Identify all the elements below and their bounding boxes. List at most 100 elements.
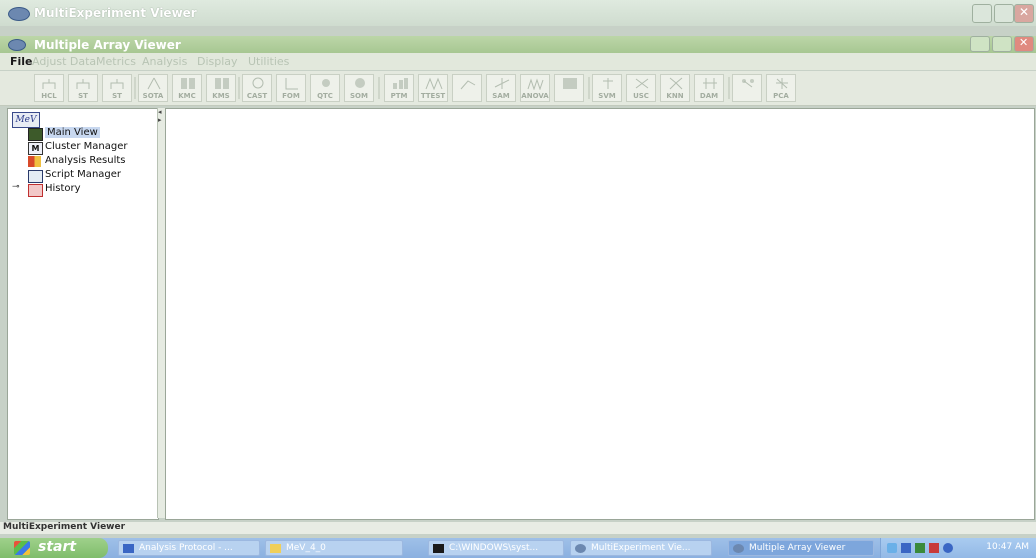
inner-window-title: Multiple Array Viewer <box>34 38 181 52</box>
script-manager-icon <box>28 170 43 183</box>
menu-metrics[interactable]: Metrics <box>96 55 136 68</box>
ptm-icon <box>393 78 408 89</box>
toolbar-separator <box>134 77 136 99</box>
qtc-button[interactable]: QTC <box>310 74 340 102</box>
navigation-tree: MeV Main View M Cluster Manager Analysis… <box>7 108 159 520</box>
collapse-left-arrow-icon[interactable]: ◂ <box>158 108 162 116</box>
inner-close-button[interactable]: ✕ <box>1014 36 1034 52</box>
toolbar-separator <box>378 77 380 99</box>
main-view-panel <box>165 108 1035 520</box>
qtc-icon <box>322 79 330 87</box>
rn-button[interactable] <box>732 74 762 102</box>
knn-button[interactable]: KNN <box>660 74 690 102</box>
swiss-button[interactable] <box>452 74 482 102</box>
inner-minimize-button[interactable] <box>970 36 990 52</box>
word-doc-icon <box>123 544 134 553</box>
som-button[interactable]: SOM <box>344 74 374 102</box>
expand-handle-icon[interactable]: ⊸ <box>12 182 20 192</box>
command-prompt-icon <box>433 544 444 553</box>
knn-icon <box>669 77 683 90</box>
task-analysis-protocol[interactable]: Analysis Protocol - ... <box>118 540 260 556</box>
sota-icon <box>147 77 161 90</box>
swiss-icon <box>460 80 476 90</box>
sota-button[interactable]: SOTA <box>138 74 168 102</box>
st-icon <box>76 79 90 89</box>
grid-icon <box>563 78 577 89</box>
main-view-icon <box>28 128 43 141</box>
inner-app-icon <box>8 39 26 51</box>
kms-icon <box>215 78 229 89</box>
cast-button[interactable]: CAST <box>242 74 272 102</box>
dam-icon <box>703 78 717 89</box>
taskbar-clock[interactable]: 10:47 AM <box>986 542 1029 552</box>
status-text: MultiExperiment Viewer <box>3 522 126 532</box>
tray-network-icon[interactable] <box>887 543 897 553</box>
fom-icon <box>285 78 298 90</box>
toolbar: HCL ST ST SOTA KMC KMS CAST FOM QTC SOM … <box>0 71 1036 106</box>
window-title: MultiExperiment Viewer <box>34 6 197 20</box>
maximize-button[interactable] <box>994 4 1014 23</box>
analysis-results-icon <box>28 156 41 167</box>
toolbar-separator <box>588 77 590 99</box>
anova-button[interactable]: ANOVA <box>520 74 550 102</box>
ttest-icon <box>425 77 443 90</box>
folder-icon <box>270 544 281 553</box>
dam-button[interactable]: DAM <box>694 74 724 102</box>
st2-icon <box>110 79 124 89</box>
ptm-button[interactable]: PTM <box>384 74 414 102</box>
kmc-button[interactable]: KMC <box>172 74 202 102</box>
inner-title-bar[interactable]: Multiple Array Viewer ✕ <box>0 36 1036 53</box>
history-icon <box>28 184 43 197</box>
kms-button[interactable]: KMS <box>206 74 236 102</box>
toolbar-separator <box>238 77 240 99</box>
fom-button[interactable]: FOM <box>276 74 306 102</box>
task-mev-folder[interactable]: MeV_4_0 <box>265 540 403 556</box>
close-icon: ✕ <box>1019 36 1029 49</box>
menu-adjust-data[interactable]: Adjust Data <box>32 55 96 68</box>
task-multiple-array-viewer[interactable]: Multiple Array Viewer <box>728 540 874 556</box>
split-pane-divider[interactable]: ◂ ▸ <box>157 108 165 518</box>
som-icon <box>355 78 365 88</box>
rn-icon <box>742 79 754 88</box>
outer-title-bar[interactable]: MultiExperiment Viewer ✕ <box>0 0 1036 26</box>
minimize-button[interactable] <box>972 4 992 23</box>
task-multiexperiment-viewer[interactable]: MultiExperiment Vie... <box>570 540 712 556</box>
anova-icon <box>527 78 544 90</box>
st-button[interactable]: ST <box>68 74 98 102</box>
svm-icon <box>603 78 613 89</box>
sam-icon <box>494 78 510 89</box>
cluster-manager-icon: M <box>28 142 43 155</box>
tray-app-icon[interactable] <box>915 543 925 553</box>
kmc-icon <box>181 78 195 89</box>
st2-button[interactable]: ST <box>102 74 132 102</box>
pca-icon <box>776 78 788 89</box>
sam-button[interactable]: SAM <box>486 74 516 102</box>
java-app-icon <box>575 544 586 553</box>
mev-root-node[interactable]: MeV <box>12 112 40 128</box>
task-command-prompt[interactable]: C:\WINDOWS\syst... <box>428 540 564 556</box>
tray-monitor-icon[interactable] <box>901 543 911 553</box>
ttest-button[interactable]: TTEST <box>418 74 448 102</box>
pca-button[interactable]: PCA <box>766 74 796 102</box>
collapse-right-arrow-icon[interactable]: ▸ <box>158 116 162 124</box>
start-button[interactable]: start <box>0 538 108 558</box>
menu-analysis[interactable]: Analysis <box>142 55 187 68</box>
menu-utilities[interactable]: Utilities <box>248 55 289 68</box>
menu-bar: File Adjust Data Metrics Analysis Displa… <box>0 53 1036 70</box>
hcl-button[interactable]: HCL <box>34 74 64 102</box>
cast-icon <box>252 77 264 89</box>
menu-file[interactable]: File <box>10 55 33 68</box>
menu-display[interactable]: Display <box>197 55 238 68</box>
tray-shield-icon[interactable] <box>929 543 939 553</box>
java-app-icon <box>733 544 744 553</box>
app-logo-icon <box>8 7 30 21</box>
tray-volume-icon[interactable] <box>943 543 953 553</box>
usc-button[interactable]: USC <box>626 74 656 102</box>
inner-maximize-button[interactable] <box>992 36 1012 52</box>
two-factor-anova-button[interactable] <box>554 74 584 102</box>
toolbar-separator <box>728 77 730 99</box>
svm-button[interactable]: SVM <box>592 74 622 102</box>
close-button[interactable]: ✕ <box>1014 4 1034 23</box>
system-tray: 10:47 AM <box>880 538 1036 558</box>
usc-icon <box>635 78 649 89</box>
